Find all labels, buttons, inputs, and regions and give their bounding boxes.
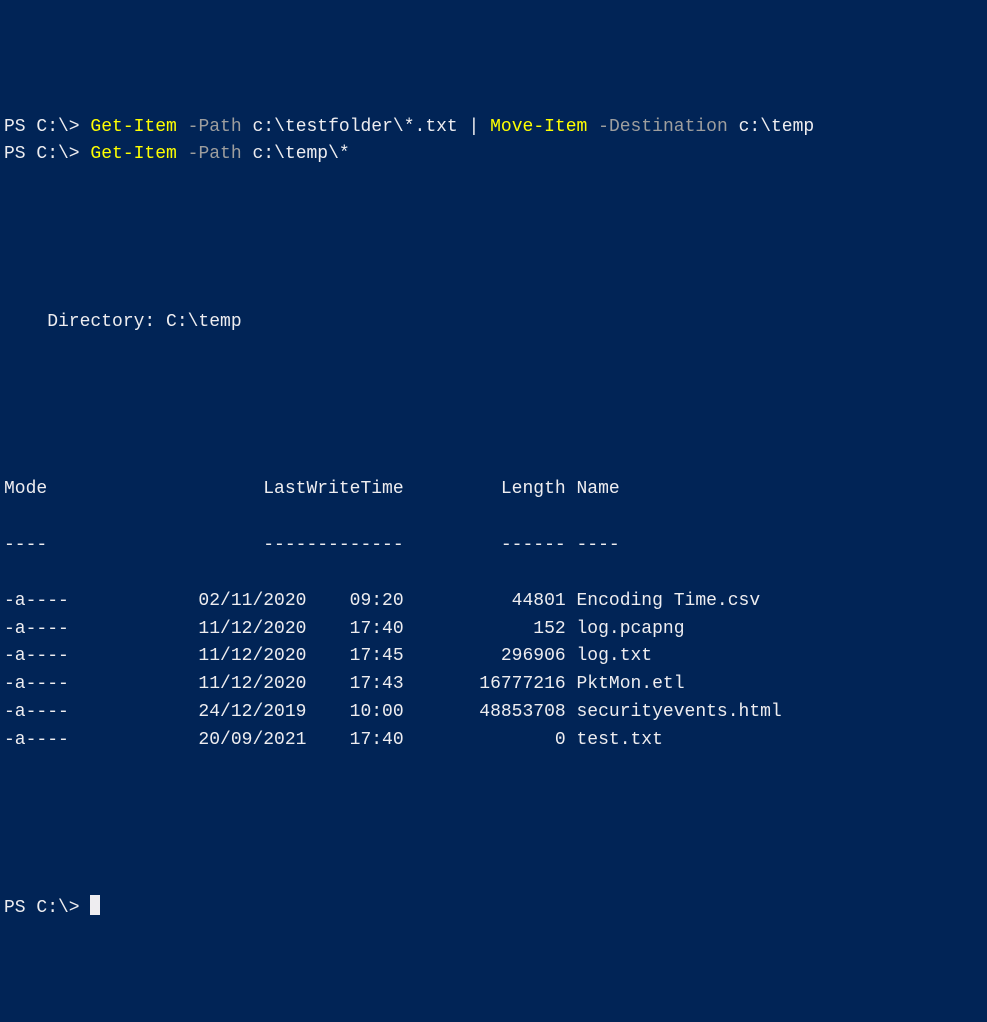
table-row: -a---- 11/12/2020 17:45 296906 log.txt [4, 643, 983, 671]
cmdlet-moveitem: Move-Item [490, 117, 587, 137]
command-line-1: PS C:\> Get-Item -Path c:\testfolder\*.t… [4, 114, 983, 142]
arg-destination: c:\temp [739, 117, 815, 137]
param-path-2: -Path [188, 144, 242, 164]
prompt: PS C:\> [4, 117, 90, 137]
table-row: -a---- 11/12/2020 17:40 152 log.pcapng [4, 616, 983, 644]
table-row: -a---- 20/09/2021 17:40 0 test.txt [4, 727, 983, 755]
table-row: -a---- 24/12/2019 10:00 48853708 securit… [4, 699, 983, 727]
prompt-ready[interactable]: PS C:\> [4, 895, 983, 923]
table-row: -a---- 02/11/2020 09:20 44801 Encoding T… [4, 588, 983, 616]
param-destination: -Destination [598, 117, 728, 137]
table-header: Mode LastWriteTime Length Name [4, 476, 983, 504]
arg-path-2: c:\temp\* [252, 144, 349, 164]
cmdlet-getitem: Get-Item [90, 117, 176, 137]
arg-path-1: c:\testfolder\*.txt [252, 117, 457, 137]
pipe-icon: | [458, 117, 490, 137]
command-line-2: PS C:\> Get-Item -Path c:\temp\* [4, 141, 983, 169]
cmdlet-getitem-2: Get-Item [90, 144, 176, 164]
table-row: -a---- 11/12/2020 17:43 16777216 PktMon.… [4, 671, 983, 699]
prompt: PS C:\> [4, 144, 90, 164]
param-path: -Path [188, 117, 242, 137]
directory-header: Directory: C:\temp [4, 309, 983, 337]
table-dashes: ---- ------------- ------ ---- [4, 532, 983, 560]
cursor-icon [90, 895, 100, 915]
